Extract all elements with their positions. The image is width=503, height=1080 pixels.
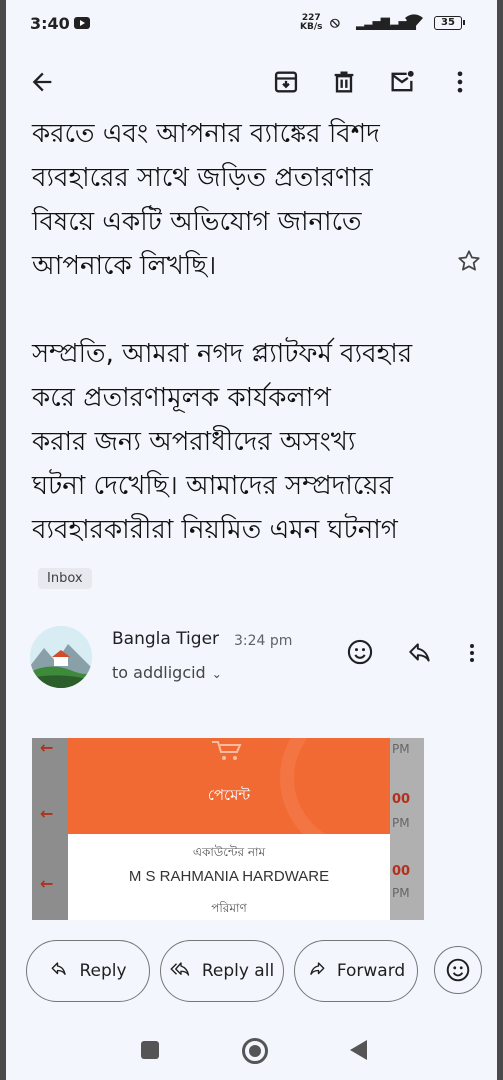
network-speed-unit: KB/s	[300, 22, 323, 32]
wifi-icon	[404, 12, 424, 35]
add-reaction-icon[interactable]	[346, 638, 374, 670]
amount-label: পরিমাণ	[211, 901, 247, 915]
forward-icon	[307, 960, 327, 983]
side-text: 00	[392, 792, 411, 807]
home-icon[interactable]	[242, 1038, 268, 1064]
archive-icon[interactable]	[272, 68, 300, 96]
payment-card: পেমেন্ট একাউন্টের নাম M S RAHMANIA HARDW…	[68, 738, 390, 920]
payment-title: পেমেন্ট	[207, 786, 251, 804]
image-attachment-preview[interactable]: ← ← ← পেমেন্ট একাউন্টের নাম M S RAHMANIA…	[32, 738, 424, 920]
email-body: করতে এবং আপনার ব্যাঙ্কের বিশদ ব্যবহারের …	[32, 112, 452, 552]
preview-right-strip: PM 00 PM 00 PM	[390, 738, 424, 920]
email-toolbar	[6, 46, 497, 120]
side-text: PM	[392, 816, 410, 830]
reply-all-icon	[170, 960, 192, 983]
reply-all-button[interactable]: Reply all	[160, 940, 284, 1002]
forward-button[interactable]: Forward	[294, 940, 418, 1002]
recents-icon[interactable]	[141, 1041, 159, 1059]
reply-label: Reply	[79, 961, 127, 981]
system-navigation-bar	[6, 1020, 497, 1080]
body-line: করতে এবং আপনার ব্যাঙ্কের বিশদ	[32, 119, 380, 149]
mark-unread-icon[interactable]	[388, 68, 416, 96]
body-line: বিষয়ে একটি অভিযোগ জানাতে	[32, 207, 362, 237]
reply-icon	[49, 960, 69, 983]
recipient-text: to addligcid	[112, 663, 206, 682]
body-line: আপনাকে লিখছি।	[32, 251, 217, 281]
status-bar: 3:40 227 KB/s ⦸ ▂▃▅▇ ▂▃▅▇ 35	[6, 0, 497, 46]
chevron-down-icon: ⌄	[211, 667, 222, 681]
body-line: করার জন্য অপরাধীদের অসংখ্য	[32, 427, 356, 457]
body-line: ব্যবহারকারীরা নিয়মিত এমন ঘটনাগ	[32, 515, 398, 545]
arrow-icon: ←	[40, 874, 54, 893]
body-line: করে প্রতারণামূলক কার্যকলাপ	[32, 383, 331, 413]
label-chip[interactable]: Inbox	[38, 568, 92, 589]
sender-name: Bangla Tiger	[112, 629, 220, 649]
side-text: 00	[392, 864, 411, 879]
youtube-notification-icon	[74, 17, 90, 29]
reply-button[interactable]: Reply	[26, 940, 150, 1002]
account-name: M S RAHMANIA HARDWARE	[128, 868, 330, 885]
cart-icon	[212, 741, 242, 760]
back-icon[interactable]	[350, 1040, 367, 1060]
side-text: PM	[392, 886, 410, 900]
reply-icon[interactable]	[406, 640, 434, 670]
side-text: PM	[392, 742, 410, 756]
forward-label: Forward	[336, 961, 406, 981]
vibrate-off-icon: ⦸	[330, 13, 340, 31]
network-speed: 227 KB/s	[300, 14, 322, 32]
reply-all-label: Reply all	[201, 961, 275, 981]
back-arrow-icon[interactable]	[28, 68, 56, 96]
star-icon[interactable]	[456, 248, 482, 274]
sender-time: 3:24 pm	[234, 633, 293, 649]
body-line: ঘটনা দেখেছি। আমাদের সম্প্রদায়ের	[32, 471, 393, 501]
preview-left-strip: ← ← ←	[32, 738, 68, 920]
battery-icon: 35	[434, 16, 465, 30]
payment-header: পেমেন্ট	[68, 738, 390, 834]
body-line: সম্প্রতি, আমরা নগদ প্ল্যাটফর্ম ব্যবহার	[32, 339, 413, 369]
gmail-screen: 3:40 227 KB/s ⦸ ▂▃▅▇ ▂▃▅▇ 35 করতে এবং আপ…	[6, 0, 497, 1080]
more-options-icon[interactable]	[446, 68, 474, 96]
sender-avatar[interactable]	[30, 626, 92, 688]
message-more-icon[interactable]	[460, 640, 484, 670]
emoji-reaction-button[interactable]	[434, 946, 482, 994]
body-line: ব্যবহারের সাথে জড়িত প্রতারণার	[32, 163, 373, 193]
arrow-icon: ←	[40, 738, 54, 757]
recipient-details[interactable]: to addligcid ⌄	[112, 663, 222, 682]
status-time: 3:40	[30, 14, 70, 33]
arrow-icon: ←	[40, 804, 54, 823]
emoji-icon	[446, 958, 470, 982]
account-label: একাউন্টের নাম	[192, 845, 266, 859]
delete-icon[interactable]	[330, 68, 358, 96]
